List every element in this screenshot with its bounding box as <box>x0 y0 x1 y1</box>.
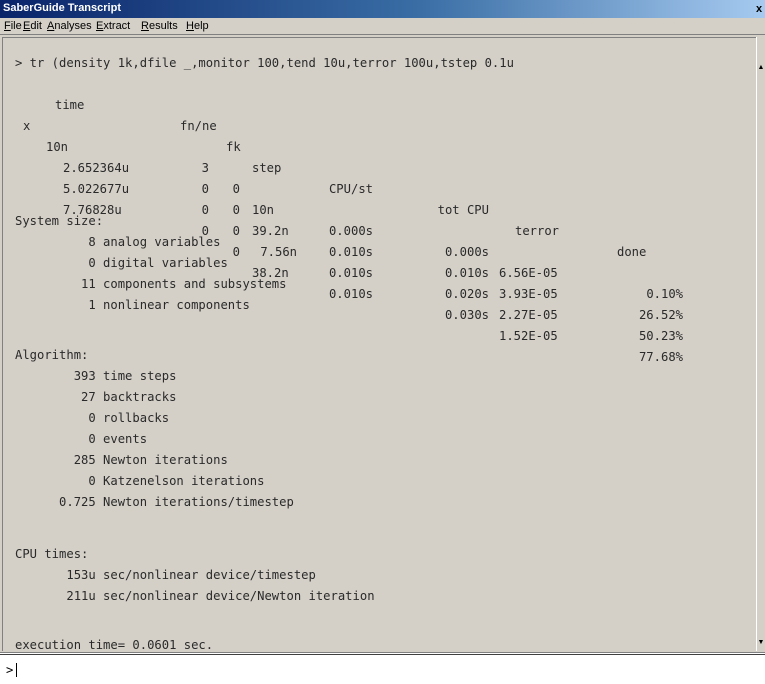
cell-step: 10n <box>252 203 275 217</box>
cell-fk: 0 <box>232 203 240 217</box>
menu-file-label: ile <box>10 20 22 32</box>
cell-done: 26.52% <box>638 308 683 322</box>
table-header: time fn/ne fk step CPU/st tot CPU terror… <box>3 74 703 259</box>
menu-file-mnemonic: F <box>4 20 11 32</box>
cell-fk: 0 <box>232 224 240 238</box>
system-size-line: 11 components and subsystems <box>15 277 287 291</box>
cell-totcpu: 0.000s <box>444 245 489 259</box>
table-row: x 10n 3 0 10n 0.000s 0.000s 6.56E-05 0.1… <box>3 95 703 301</box>
header-cpust: CPU/st <box>328 182 373 196</box>
cpu-times-line: 153u sec/nonlinear device/timestep <box>15 568 316 582</box>
cell-terror: 6.56E-05 <box>499 266 558 280</box>
system-size-line: 8 analog variables <box>15 235 221 249</box>
menu-results[interactable]: Results <box>141 20 178 32</box>
menu-edit-label: dit <box>30 20 42 32</box>
table-row: 5.022677u 0 0 7.56n 0.010s 0.020s 2.27E-… <box>3 137 703 343</box>
menu-file[interactable]: File <box>4 20 22 32</box>
menu-analyses[interactable]: Analyses <box>47 20 92 32</box>
close-icon[interactable]: x <box>756 1 765 17</box>
command-echo: > tr (density 1k,dfile _,monitor 100,ten… <box>15 56 514 70</box>
menu-help-label: elp <box>193 20 209 32</box>
cell-totcpu: 0.010s <box>444 266 489 280</box>
title-bar: SaberGuide Transcript x <box>0 0 765 18</box>
command-input[interactable]: > <box>0 654 765 684</box>
header-terror: terror <box>515 224 560 238</box>
cell-terror: 1.52E-05 <box>499 329 558 343</box>
command-prompt: > <box>6 663 14 677</box>
cell-cpust: 0.010s <box>328 266 373 280</box>
cell-done: 0.10% <box>646 287 683 301</box>
cell-step: 39.2n <box>252 224 289 238</box>
algorithm-line: 0 Katzenelson iterations <box>15 474 265 488</box>
cell-cpust: 0.010s <box>328 245 373 259</box>
cell-totcpu: 0.020s <box>444 287 489 301</box>
menu-analyses-label: nalyses <box>54 20 92 32</box>
execution-time: execution time= 0.0601 sec. <box>15 638 214 651</box>
table-row: 2.652364u 0 0 39.2n 0.010s 0.010s 3.93E-… <box>3 116 703 322</box>
table-row: 7.76828u 0 0 38.2n 0.010s 0.030s 1.52E-0… <box>3 158 703 364</box>
cell-cpust: 0.010s <box>328 287 373 301</box>
cell-fnne: 0 <box>201 182 209 196</box>
text-cursor <box>16 663 17 677</box>
window-title: SaberGuide Transcript <box>3 2 121 14</box>
menu-extract-label: xtract <box>103 20 131 32</box>
cell-done: 50.23% <box>638 329 683 343</box>
menu-bar: File Edit Analyses Extract Results Help <box>0 18 765 35</box>
scroll-up-icon[interactable]: ▲ <box>757 63 765 73</box>
cell-totcpu: 0.030s <box>444 308 489 322</box>
transcript-pane[interactable]: > tr (density 1k,dfile _,monitor 100,ten… <box>2 37 765 651</box>
algorithm-line: 0 rollbacks <box>15 411 170 425</box>
system-size-heading: System size: <box>15 214 104 228</box>
cell-step: 7.56n <box>260 245 297 259</box>
menu-edit[interactable]: Edit <box>23 20 42 32</box>
cell-time: 5.022677u <box>63 182 130 196</box>
algorithm-line: 27 backtracks <box>15 390 177 404</box>
algorithm-line: 393 time steps <box>15 369 177 383</box>
cell-cpust: 0.000s <box>328 224 373 238</box>
cell-fk: 0 <box>232 182 240 196</box>
cell-terror: 3.93E-05 <box>499 287 558 301</box>
menu-results-mnemonic: R <box>141 20 149 32</box>
cpu-times-heading: CPU times: <box>15 547 89 561</box>
scroll-down-icon[interactable]: ▼ <box>757 638 765 648</box>
system-size-line: 0 digital variables <box>15 256 228 270</box>
system-size-line: 1 nonlinear components <box>15 298 250 312</box>
vertical-scrollbar[interactable]: ▲ ▼ <box>756 37 765 651</box>
cell-done: 77.68% <box>638 350 683 364</box>
algorithm-line: 0 events <box>15 432 148 446</box>
menu-help[interactable]: Help <box>186 20 209 32</box>
header-totcpu: tot CPU <box>437 203 489 217</box>
cell-fnne: 0 <box>201 203 209 217</box>
cell-terror: 2.27E-05 <box>499 308 558 322</box>
algorithm-line: 285 Newton iterations <box>15 453 228 467</box>
menu-results-label: esults <box>148 20 178 32</box>
cpu-times-line: 211u sec/nonlinear device/Newton iterati… <box>15 589 375 603</box>
menu-extract[interactable]: Extract <box>96 20 130 32</box>
algorithm-heading: Algorithm: <box>15 348 89 362</box>
algorithm-line: 0.725 Newton iterations/timestep <box>15 495 294 509</box>
menu-help-mnemonic: H <box>186 20 194 32</box>
header-done: done <box>617 245 647 259</box>
